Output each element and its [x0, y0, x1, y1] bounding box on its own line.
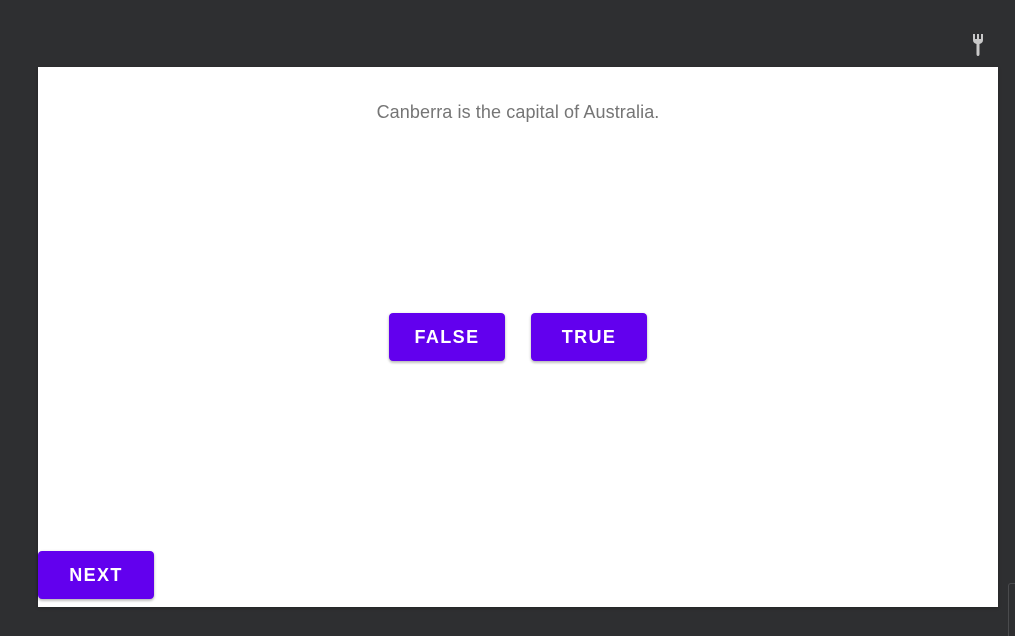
quiz-screen: Canberra is the capital of Australia. FA… [38, 67, 998, 607]
resize-handle[interactable] [1008, 583, 1015, 636]
next-button[interactable]: NEXT [38, 551, 154, 599]
wrench-icon[interactable] [969, 33, 987, 57]
app-window: { "toolbar": { "tool_icon": "wrench-icon… [0, 0, 1015, 636]
false-button[interactable]: FALSE [389, 313, 505, 361]
true-button[interactable]: TRUE [531, 313, 647, 361]
question-text: Canberra is the capital of Australia. [376, 102, 660, 122]
